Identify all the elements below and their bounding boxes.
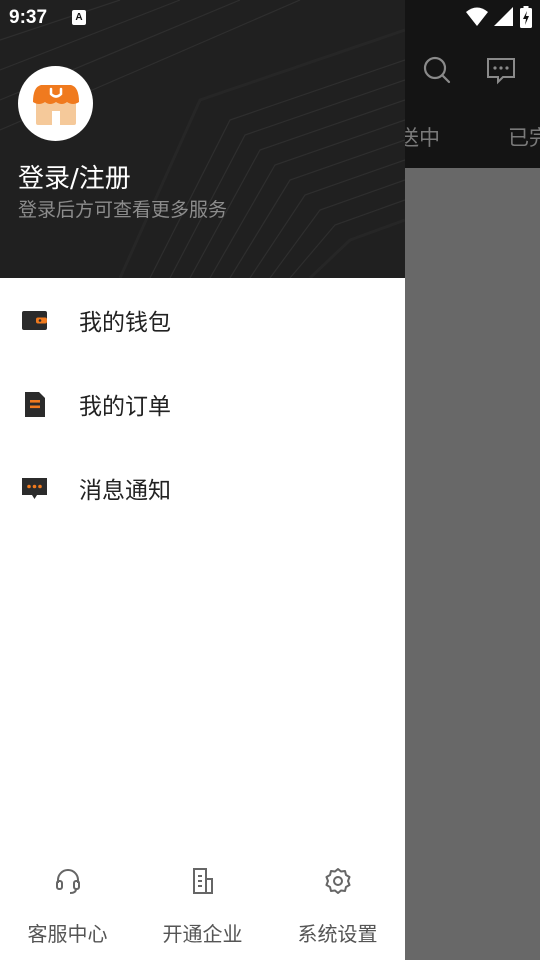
headset-icon <box>53 866 83 896</box>
enterprise-icon <box>188 866 218 896</box>
login-register-link[interactable]: 登录/注册 <box>18 158 131 195</box>
login-hint: 登录后方可查看更多服务 <box>18 199 228 221</box>
notification-a-icon: A <box>72 10 86 25</box>
open-enterprise-button[interactable]: 开通企业 <box>135 858 270 960</box>
signal-icon <box>494 7 513 26</box>
system-settings-button[interactable]: 系统设置 <box>270 858 405 960</box>
menu-item-orders[interactable]: 我的订单 <box>0 362 405 446</box>
settings-icon <box>323 866 353 896</box>
menu-label: 消息通知 <box>79 478 171 504</box>
navigation-drawer: 登录/注册 登录后方可查看更多服务 我的钱包 我的订单 消息通知 客服中心 开通… <box>0 0 405 960</box>
open-enterprise-label: 开通企业 <box>162 922 243 946</box>
search-icon[interactable] <box>421 54 453 86</box>
menu-item-wallet[interactable]: 我的钱包 <box>0 278 405 362</box>
status-bar: 9:37 A <box>0 0 540 36</box>
tab-completed[interactable]: 已完 <box>508 122 540 152</box>
drawer-bottom-bar: 客服中心 开通企业 系统设置 <box>0 858 405 960</box>
drawer-header: 登录/注册 登录后方可查看更多服务 <box>0 0 405 278</box>
menu-item-notifications[interactable]: 消息通知 <box>0 446 405 530</box>
drawer-menu: 我的钱包 我的订单 消息通知 <box>0 278 405 530</box>
system-settings-label: 系统设置 <box>297 922 378 946</box>
battery-charging-icon <box>520 6 532 28</box>
wallet-icon <box>21 307 48 334</box>
shop-logo-icon <box>32 84 79 125</box>
order-icon <box>21 391 48 418</box>
status-icons <box>466 6 532 28</box>
customer-service-button[interactable]: 客服中心 <box>0 858 135 960</box>
avatar[interactable] <box>18 66 93 141</box>
status-time: 9:37 <box>9 7 48 28</box>
customer-service-label: 客服中心 <box>27 922 108 946</box>
menu-label: 我的订单 <box>79 394 171 420</box>
wifi-icon <box>466 7 488 26</box>
menu-label: 我的钱包 <box>79 310 171 336</box>
chat-icon[interactable] <box>485 54 517 86</box>
message-icon <box>21 475 48 502</box>
